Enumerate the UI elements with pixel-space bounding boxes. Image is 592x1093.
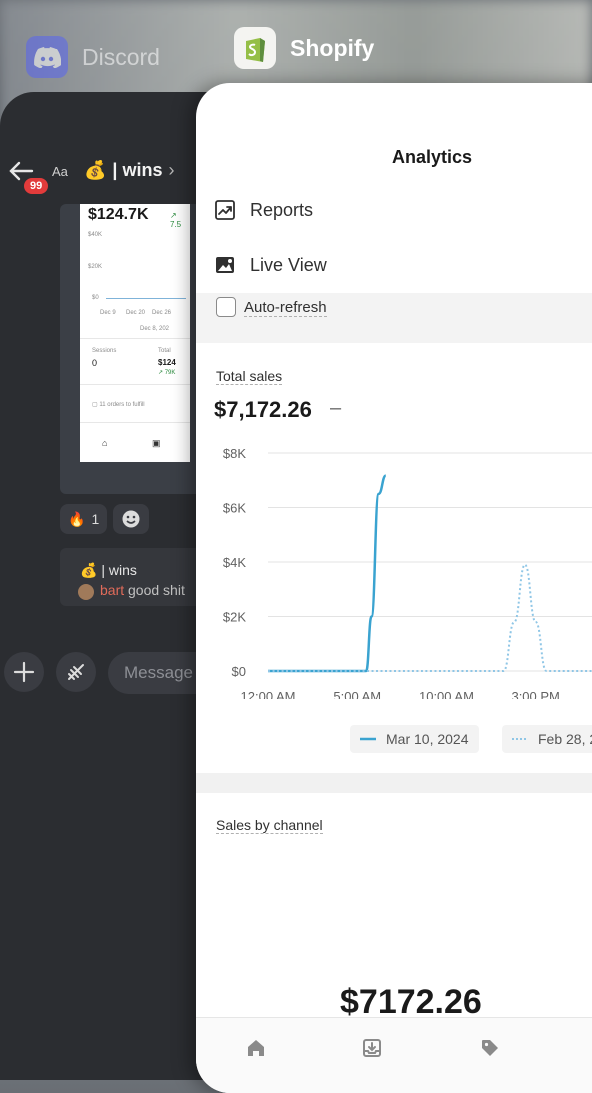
sales-by-channel-label[interactable]: Sales by channel: [216, 817, 323, 834]
screenshot-shopify-preview: $124.7K ↗ 7.5 $40K $20K $0 Dec 9 Dec 20 …: [80, 204, 190, 462]
auto-refresh-row: Auto-refresh: [196, 293, 592, 343]
y-tick-label: $2K: [223, 610, 246, 625]
total-sales-label[interactable]: Total sales: [216, 368, 283, 385]
fire-reaction[interactable]: 🔥 1: [60, 504, 108, 534]
preview-total-change: ↗ 79K: [158, 370, 176, 376]
reports-label: Reports: [250, 199, 314, 220]
unread-badge: 99: [22, 176, 51, 196]
add-reaction-button[interactable]: [113, 504, 150, 534]
tag-icon: [482, 1040, 498, 1056]
shared-screenshot[interactable]: $124.7K ↗ 7.5 $40K $20K $0 Dec 9 Dec 20 …: [60, 204, 210, 494]
y-tick-label: $4K: [223, 555, 246, 570]
shopify-app-label[interactable]: Shopify: [234, 27, 374, 69]
legend-dotted-line-icon: [512, 738, 528, 740]
smiley-icon: [122, 510, 140, 528]
avatar: [78, 584, 94, 600]
x-tick-label: 12:00 AM: [241, 689, 296, 699]
shopify-app-name: Shopify: [290, 34, 375, 61]
preview-x-label: Dec 26: [152, 310, 172, 316]
live-view-menu-item[interactable]: Live View: [214, 254, 327, 276]
total-sales-change: –: [330, 397, 342, 419]
add-attachment-button[interactable]: [4, 652, 44, 692]
preview-y-label: $20K: [88, 264, 103, 270]
chevron-right-icon: ›: [168, 160, 175, 180]
reply-channel: 💰 | wins: [80, 562, 137, 578]
channel-header[interactable]: 💰 | wins ›: [84, 160, 174, 181]
preview-date: Dec 8, 202: [140, 326, 170, 332]
preview-home-icon: ⌂: [102, 438, 108, 448]
font-size-toggle[interactable]: Aa: [52, 164, 68, 179]
y-tick-label: $6K: [223, 501, 246, 516]
auto-refresh-checkbox[interactable]: [216, 297, 236, 317]
total-sales-value: $7,172.26: [214, 397, 312, 422]
bottom-navigation: [196, 1017, 592, 1093]
reply-line: bart good shit: [100, 582, 185, 598]
reports-menu-item[interactable]: Reports: [214, 199, 313, 221]
preview-orders-icon: ▣: [152, 438, 161, 448]
preview-change: ↗ 7.5: [170, 211, 182, 229]
y-tick-label: $0: [232, 664, 246, 679]
preview-line: [106, 298, 186, 299]
preview-amount: $124.7K: [88, 206, 149, 223]
page-title: Analytics: [391, 147, 473, 167]
legend-label: Feb 28, 2: [538, 731, 592, 747]
legend-solid-line-icon: [360, 737, 376, 741]
preview-total-value: $124: [158, 358, 176, 367]
auto-refresh-label[interactable]: Auto-refresh: [244, 299, 327, 317]
rocket-icon: [68, 664, 84, 680]
reply-author: bart: [100, 582, 125, 598]
legend-label: Mar 10, 2024: [386, 731, 469, 747]
products-tab[interactable]: [476, 1034, 504, 1062]
live-view-icon: [216, 257, 234, 273]
preview-y-label: $0: [92, 295, 99, 301]
money-bag-emoji: 💰: [84, 160, 107, 180]
live-view-label: Live View: [250, 254, 327, 275]
discord-app-label[interactable]: Discord: [26, 36, 160, 78]
preview-total-label: Total: [158, 348, 171, 354]
series-line-current: [267, 474, 387, 673]
preview-sessions-value: 0: [92, 358, 98, 368]
preview-y-label: $40K: [88, 232, 103, 238]
chart-trend-icon: [215, 200, 235, 220]
discord-logo-icon: [26, 36, 68, 78]
preview-sessions-label: Sessions: [92, 348, 117, 354]
preview-x-label: Dec 20: [126, 310, 146, 316]
total-sales-chart[interactable]: $8K $6K $4K $2K $0 12:00 AM 5:00 AM 10:00 AM 3:0…: [196, 439, 592, 699]
home-icon: [248, 1040, 264, 1056]
x-tick-label: 5:00 AM: [333, 689, 381, 699]
fire-emoji: 🔥: [68, 510, 86, 527]
reaction-count: 1: [91, 511, 100, 527]
reactions-row: 🔥 1: [60, 504, 150, 534]
apps-button[interactable]: [56, 652, 96, 692]
message-placeholder: Message: [124, 663, 193, 682]
x-tick-label: 10:00 AM: [419, 689, 474, 699]
preview-orders: ▢ 11 orders to fulfill: [92, 402, 145, 408]
plus-icon: [13, 661, 35, 683]
series-line-comparison: [267, 563, 592, 672]
preview-x-label: Dec 9: [100, 310, 116, 316]
legend-item-current[interactable]: Mar 10, 2024: [350, 725, 479, 753]
channel-name: | wins: [112, 160, 163, 180]
section-divider: [196, 773, 592, 793]
inbox-download-icon: [363, 1039, 381, 1057]
x-tick-label: 3:00 PM: [511, 689, 559, 699]
shopify-app-card[interactable]: Analytics Reports Live View Auto-refresh…: [196, 83, 592, 1093]
discord-app-name: Discord: [82, 43, 160, 70]
shopify-logo-icon: [234, 27, 276, 69]
y-tick-label: $8K: [223, 446, 246, 461]
reply-text: good shit: [128, 582, 185, 598]
legend-item-comparison[interactable]: Feb 28, 2: [502, 725, 592, 753]
home-tab[interactable]: [242, 1034, 270, 1062]
orders-tab[interactable]: [358, 1034, 386, 1062]
